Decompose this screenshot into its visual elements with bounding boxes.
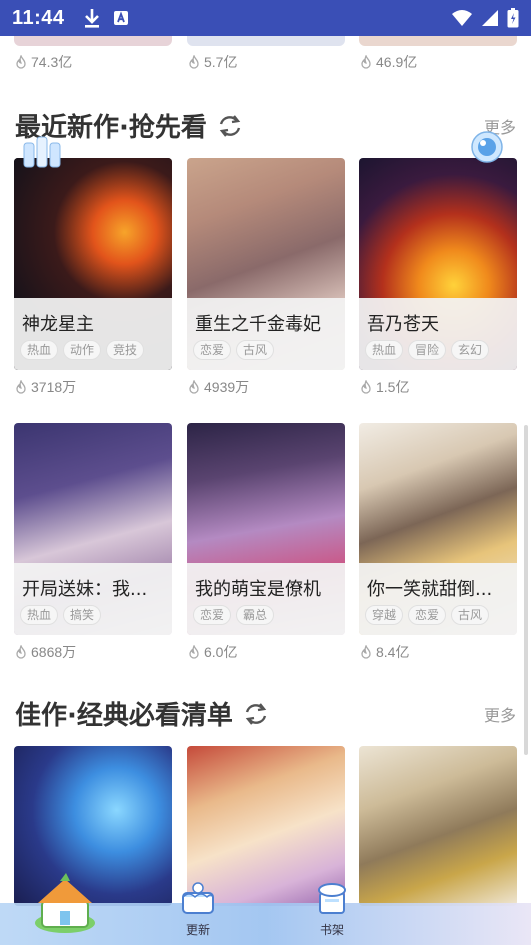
tag-list: 热血 动作 竞技 xyxy=(20,340,145,360)
tag: 恋爱 xyxy=(193,605,232,625)
nav-label: 更新 xyxy=(185,923,210,937)
flame-icon xyxy=(360,55,372,69)
tag: 热血 xyxy=(20,340,59,360)
flame-icon xyxy=(188,55,200,69)
comic-cover[interactable]: 你一笑就甜倒... 穿越 恋爱 古风 xyxy=(359,423,517,635)
comic-cover[interactable] xyxy=(359,746,517,906)
section-header-new: 最近新作·抢先看 更多 xyxy=(0,105,531,145)
bookshelf-icon xyxy=(314,881,350,919)
cover-info-panel: 开局送妹：我... 热血 搞笑 xyxy=(14,563,172,635)
tag-list: 热血 冒险 玄幻 xyxy=(365,340,490,360)
cover-info-panel: 神龙星主 热血 动作 竞技 xyxy=(14,298,172,370)
tag: 穿越 xyxy=(365,605,404,625)
comic-title: 吾乃苍天 xyxy=(367,314,439,335)
tag: 恋爱 xyxy=(408,605,447,625)
comic-title: 重生之千金毒妃 xyxy=(195,314,321,335)
comic-cover[interactable]: 重生之千金毒妃 恋爱 古风 xyxy=(187,158,345,370)
flame-icon xyxy=(360,380,372,394)
cover-strip[interactable] xyxy=(14,36,172,46)
refresh-icon[interactable] xyxy=(217,113,243,139)
download-icon xyxy=(83,7,101,29)
refresh-icon[interactable] xyxy=(243,701,269,727)
view-count: 1.5亿 xyxy=(360,377,409,397)
tag: 古风 xyxy=(236,340,275,360)
nav-home[interactable] xyxy=(30,871,100,939)
signal-icon xyxy=(481,9,499,27)
flame-icon xyxy=(15,55,27,69)
cover-info-panel: 吾乃苍天 热血 冒险 玄幻 xyxy=(359,298,517,370)
comic-card[interactable]: 我的萌宝是僚机 恋爱 霸总 6.0亿 xyxy=(187,423,345,660)
nav-bookshelf[interactable]: 书架 xyxy=(314,881,350,938)
a-badge-icon xyxy=(113,10,129,26)
section-header-classic: 佳作·经典必看清单 更多 xyxy=(0,693,531,733)
tag: 动作 xyxy=(63,340,102,360)
comic-cover[interactable]: 我的萌宝是僚机 恋爱 霸总 xyxy=(187,423,345,635)
comic-card[interactable]: 吾乃苍天 热血 冒险 玄幻 1.5亿 xyxy=(359,158,517,395)
update-cake-icon xyxy=(180,881,216,919)
comic-cover[interactable]: 吾乃苍天 热血 冒险 玄幻 xyxy=(359,158,517,370)
tag-list: 恋爱 古风 xyxy=(193,340,275,360)
comic-title: 我的萌宝是僚机 xyxy=(195,579,321,600)
tag-list: 恋爱 霸总 xyxy=(193,605,275,625)
view-count: 74.3亿 xyxy=(15,52,72,72)
tag-list: 穿越 恋爱 古风 xyxy=(365,605,490,625)
comic-title: 神龙星主 xyxy=(22,314,94,335)
nav-label: 书架 xyxy=(319,923,344,937)
tag-list: 热血 搞笑 xyxy=(20,605,102,625)
tag: 古风 xyxy=(451,605,490,625)
home-house-icon xyxy=(30,871,100,939)
status-bar: 11:44 xyxy=(0,0,531,36)
flame-icon xyxy=(188,645,200,659)
section-title: 佳作·经典必看清单 xyxy=(15,695,269,732)
comic-title: 你一笑就甜倒... xyxy=(367,579,493,600)
status-time: 11:44 xyxy=(12,6,65,29)
cover-info-panel: 你一笑就甜倒... 穿越 恋爱 古风 xyxy=(359,563,517,635)
tag: 冒险 xyxy=(408,340,447,360)
comic-card[interactable] xyxy=(359,746,517,906)
comic-card[interactable]: 重生之千金毒妃 恋爱 古风 4939万 xyxy=(187,158,345,395)
previous-row: 74.3亿 5.7亿 46.9亿 xyxy=(0,36,531,86)
comic-card[interactable]: 开局送妹：我... 热血 搞笑 6868万 xyxy=(14,423,172,660)
view-count: 3718万 xyxy=(15,377,76,397)
cover-info-panel: 重生之千金毒妃 恋爱 古风 xyxy=(187,298,345,370)
tag: 热血 xyxy=(20,605,59,625)
comic-title: 开局送妹：我... xyxy=(22,579,148,600)
comic-cover[interactable]: 开局送妹：我... 热血 搞笑 xyxy=(14,423,172,635)
tag: 热血 xyxy=(365,340,404,360)
flame-icon xyxy=(360,645,372,659)
scrollbar[interactable] xyxy=(524,425,528,755)
comic-card[interactable]: 你一笑就甜倒... 穿越 恋爱 古风 8.4亿 xyxy=(359,423,517,660)
more-link[interactable]: 更多 xyxy=(484,702,516,726)
wifi-icon xyxy=(451,9,473,27)
bubble-icon[interactable] xyxy=(470,130,504,168)
tag: 玄幻 xyxy=(451,340,490,360)
view-count: 6868万 xyxy=(15,642,76,662)
flame-icon xyxy=(188,380,200,394)
cover-info-panel: 我的萌宝是僚机 恋爱 霸总 xyxy=(187,563,345,635)
view-count: 8.4亿 xyxy=(360,642,409,662)
cover-strip[interactable] xyxy=(359,36,517,46)
battery-icon xyxy=(507,8,519,28)
comic-card[interactable]: 神龙星主 热血 动作 竞技 3718万 xyxy=(14,158,172,395)
bottles-icon[interactable] xyxy=(22,135,62,173)
tag: 竞技 xyxy=(106,340,145,360)
tag: 恋爱 xyxy=(193,340,232,360)
comic-cover[interactable]: 神龙星主 热血 动作 竞技 xyxy=(14,158,172,370)
bottom-nav: 更新 书架 xyxy=(0,873,531,945)
tag: 霸总 xyxy=(236,605,275,625)
view-count: 5.7亿 xyxy=(188,52,237,72)
view-count: 6.0亿 xyxy=(188,642,237,662)
tag: 搞笑 xyxy=(63,605,102,625)
flame-icon xyxy=(15,645,27,659)
nav-update[interactable]: 更新 xyxy=(180,881,216,938)
cover-strip[interactable] xyxy=(187,36,345,46)
flame-icon xyxy=(15,380,27,394)
view-count: 4939万 xyxy=(188,377,249,397)
view-count: 46.9亿 xyxy=(360,52,417,72)
